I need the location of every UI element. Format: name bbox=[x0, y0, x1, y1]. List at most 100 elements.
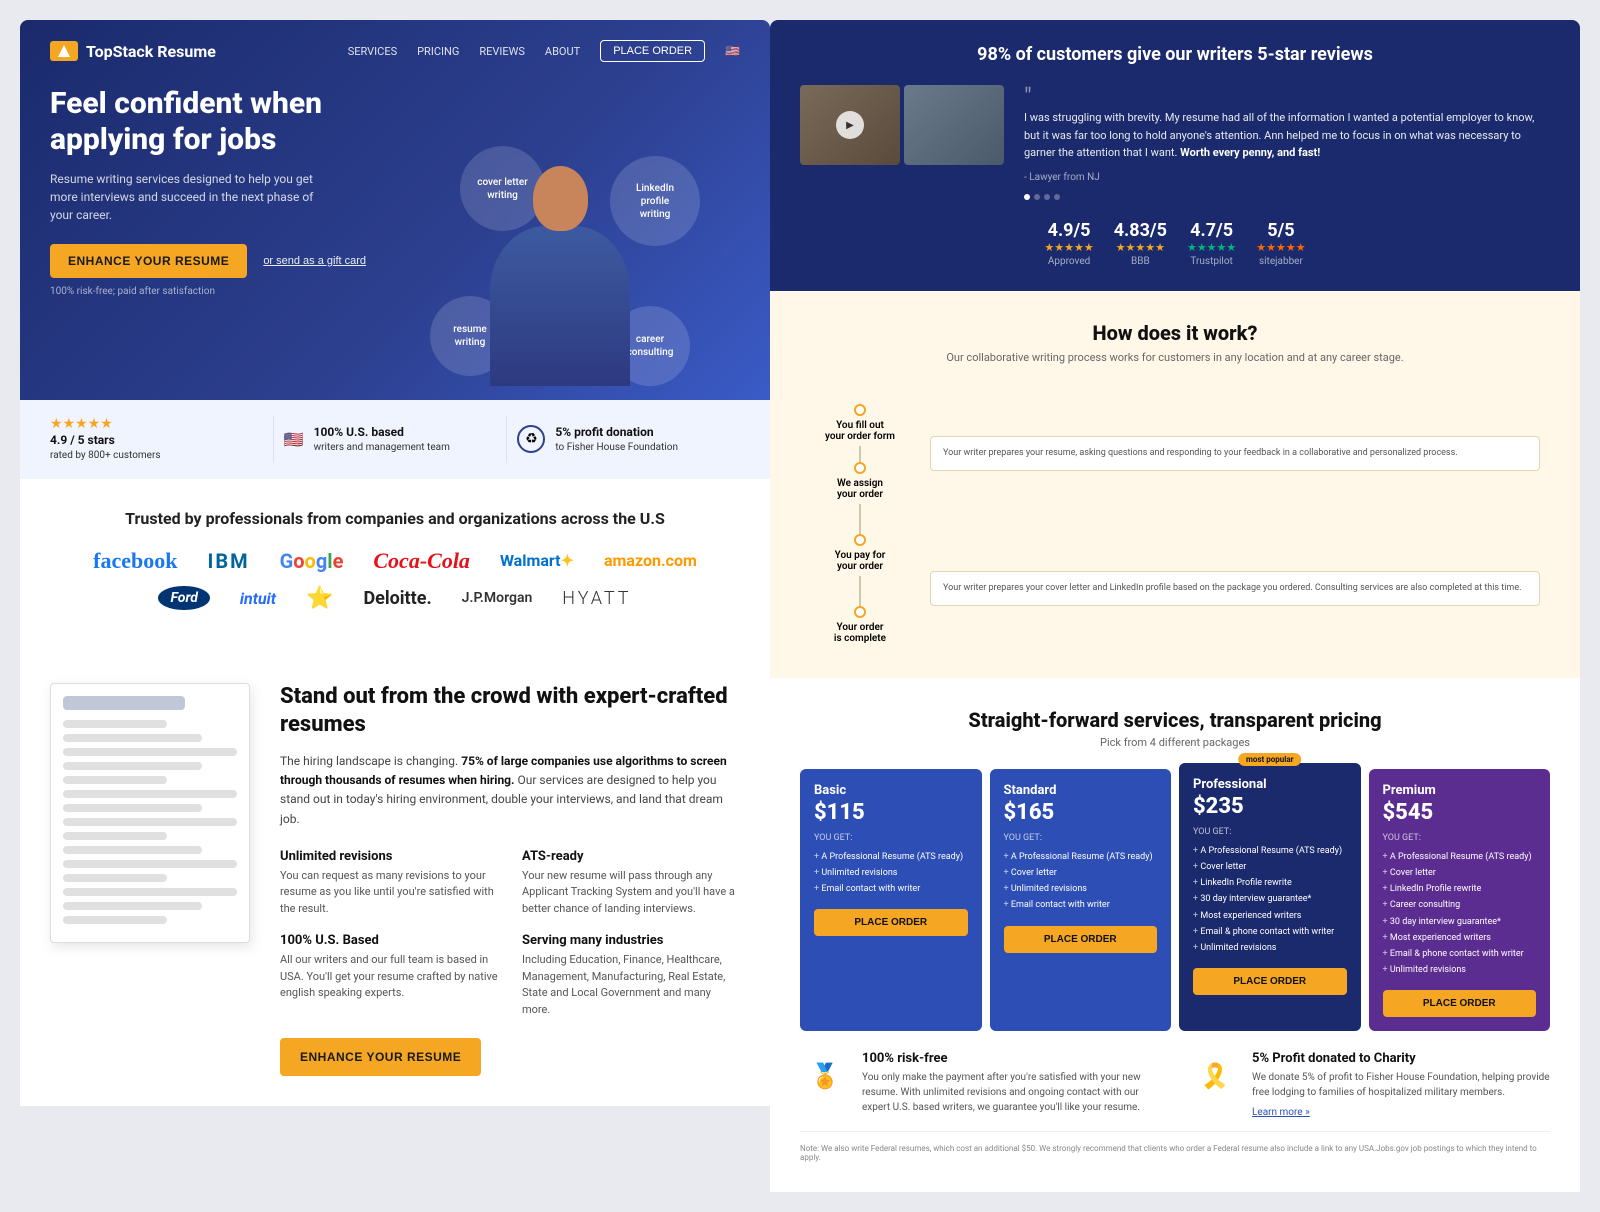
brand-logo: TopStack Resume bbox=[50, 41, 216, 61]
nav-about[interactable]: ABOUT bbox=[545, 45, 580, 58]
brand-name: TopStack Resume bbox=[86, 42, 216, 61]
risk-free-icon: 🏅 bbox=[800, 1051, 850, 1101]
nav-links: SERVICES PRICING REVIEWS ABOUT PLACE ORD… bbox=[348, 40, 740, 62]
nav-reviews[interactable]: REVIEWS bbox=[479, 45, 525, 58]
card-premium-price: $545 bbox=[1383, 800, 1537, 825]
hyatt-logo: HYATT bbox=[562, 588, 631, 609]
card-basic-price: $115 bbox=[814, 800, 968, 825]
video-thumb-1[interactable]: ▶ bbox=[800, 85, 900, 165]
resume-line bbox=[63, 776, 167, 784]
basic-place-order-button[interactable]: PLACE ORDER bbox=[814, 909, 968, 936]
google-logo: Google bbox=[280, 549, 344, 573]
logos-row-1: facebook IBM Google Coca-Cola Walmart✦ a… bbox=[50, 548, 740, 574]
play-icon-1[interactable]: ▶ bbox=[836, 111, 864, 139]
hero-section: TopStack Resume SERVICES PRICING REVIEWS… bbox=[20, 20, 770, 400]
card-standard-price: $165 bbox=[1004, 800, 1158, 825]
badge-charity-text: 5% Profit donated to Charity We donate 5… bbox=[1252, 1051, 1550, 1119]
reviews-title: 98% of customers give our writers 5-star… bbox=[800, 44, 1550, 65]
enhance-resume-bottom-button[interactable]: ENHANCE YOUR RESUME bbox=[280, 1038, 481, 1076]
nav-pricing[interactable]: PRICING bbox=[417, 45, 459, 58]
pricing-card-professional: most popular Professional $235 you get: … bbox=[1179, 763, 1361, 1032]
hero-cta: ENHANCE YOUR RESUME or send as a gift ca… bbox=[50, 244, 740, 278]
standard-place-order-button[interactable]: PLACE ORDER bbox=[1004, 926, 1158, 953]
flow-desc-1: Your writer prepares your resume, asking… bbox=[930, 436, 1540, 472]
feature-industries: Serving many industries Including Educat… bbox=[522, 933, 740, 1018]
stat-us-based: 🇺🇸 100% U.S. based writers and managemen… bbox=[274, 416, 508, 463]
gift-card-link[interactable]: or send as a gift card bbox=[263, 255, 366, 267]
card-premium-name: Premium bbox=[1383, 783, 1537, 798]
dot-3 bbox=[1044, 194, 1050, 200]
rating-bbb: 4.83/5 ★★★★★ BBB bbox=[1114, 220, 1167, 267]
resume-line bbox=[63, 762, 202, 770]
badge-risk-free-text: 100% risk-free You only make the payment… bbox=[862, 1051, 1160, 1115]
facebook-logo: facebook bbox=[93, 548, 177, 574]
cocacola-logo: Coca-Cola bbox=[373, 548, 470, 574]
dot-2 bbox=[1034, 194, 1040, 200]
resume-line bbox=[63, 874, 167, 882]
enhance-resume-button[interactable]: ENHANCE YOUR RESUME bbox=[50, 244, 247, 278]
hero-title: Feel confident when applying for jobs bbox=[50, 86, 350, 158]
feature-ats-ready: ATS-ready Your new resume will pass thro… bbox=[522, 849, 740, 918]
flag-icon: 🇺🇸 bbox=[725, 44, 740, 58]
ford-logo: Ford bbox=[158, 586, 209, 610]
charity-icon: ♻ bbox=[517, 425, 545, 453]
card-basic-features: A Professional Resume (ATS ready) Unlimi… bbox=[814, 849, 968, 898]
flow-descriptions: Your writer prepares your resume, asking… bbox=[930, 394, 1540, 648]
resume-line bbox=[63, 790, 237, 798]
pricing-subtitle: Pick from 4 different packages bbox=[800, 736, 1550, 749]
starbucks-logo: ⭐ bbox=[306, 586, 333, 611]
walmart-logo: Walmart✦ bbox=[500, 551, 574, 570]
stat-charity: ♻ 5% profit donation to Fisher House Fou… bbox=[507, 416, 740, 463]
badges-section: 🏅 100% risk-free You only make the payme… bbox=[800, 1031, 1550, 1119]
standout-section: Stand out from the crowd with expert-cra… bbox=[20, 653, 770, 1106]
flag-us-icon: 🇺🇸 bbox=[284, 430, 304, 449]
amazon-logo: amazon.com bbox=[604, 551, 697, 570]
resume-line bbox=[63, 832, 167, 840]
flow-node-2 bbox=[854, 462, 866, 474]
flow-diagram: You fill outyour order form We assignyou… bbox=[800, 394, 1550, 648]
resume-line bbox=[63, 902, 202, 910]
card-professional-features: A Professional Resume (ATS ready) Cover … bbox=[1193, 843, 1347, 956]
premium-place-order-button[interactable]: PLACE ORDER bbox=[1383, 990, 1537, 1017]
hero-text: Feel confident when applying for jobs Re… bbox=[50, 86, 740, 297]
flow-node-3 bbox=[854, 534, 866, 546]
nav-place-order-button[interactable]: PLACE ORDER bbox=[600, 40, 705, 62]
footer-note: Note: We also write Federal resumes, whi… bbox=[800, 1131, 1550, 1162]
hero-content: Feel confident when applying for jobs Re… bbox=[50, 86, 740, 297]
feature-us-based: 100% U.S. Based All our writers and our … bbox=[280, 933, 498, 1018]
quote-mark-icon: " bbox=[1024, 85, 1550, 109]
review-dots bbox=[1024, 194, 1550, 200]
resume-line bbox=[63, 888, 237, 896]
hero-nav: TopStack Resume SERVICES PRICING REVIEWS… bbox=[50, 40, 740, 62]
pricing-card-premium: Premium $545 you get: A Professional Res… bbox=[1369, 769, 1551, 1032]
flow-label-3: You pay foryour order bbox=[810, 550, 910, 572]
flow-nodes: You fill outyour order form We assignyou… bbox=[810, 394, 910, 648]
standout-desc: The hiring landscape is changing. 75% of… bbox=[280, 752, 740, 829]
flow-connector bbox=[859, 446, 861, 462]
resume-line bbox=[63, 748, 237, 756]
pricing-card-standard: Standard $165 you get: A Professional Re… bbox=[990, 769, 1172, 1032]
resume-line bbox=[63, 804, 202, 812]
resume-line bbox=[63, 720, 167, 728]
charity-badge-icon: 🎗️ bbox=[1190, 1051, 1240, 1101]
video-thumb-2[interactable] bbox=[904, 85, 1004, 165]
trusted-title: Trusted by professionals from companies … bbox=[50, 509, 740, 528]
dot-4 bbox=[1054, 194, 1060, 200]
badge-charity: 🎗️ 5% Profit donated to Charity We donat… bbox=[1190, 1051, 1550, 1119]
resume-line bbox=[63, 846, 202, 854]
resume-line bbox=[63, 916, 167, 924]
left-panel: TopStack Resume SERVICES PRICING REVIEWS… bbox=[20, 20, 770, 1192]
learn-more-link[interactable]: Learn more » bbox=[1252, 1107, 1310, 1118]
flow-node-4 bbox=[854, 606, 866, 618]
stats-bar: ★★★★★ 4.9 / 5 stars rated by 800+ custom… bbox=[20, 400, 770, 479]
rating-approved: 4.9/5 ★★★★★ Approved bbox=[1044, 220, 1093, 267]
flow-node-1 bbox=[854, 404, 866, 416]
nav-services[interactable]: SERVICES bbox=[348, 45, 397, 58]
professional-place-order-button[interactable]: PLACE ORDER bbox=[1193, 968, 1347, 995]
rating-row: 4.9/5 ★★★★★ Approved 4.83/5 ★★★★★ BBB 4.… bbox=[800, 220, 1550, 267]
flow-connector bbox=[859, 504, 861, 534]
review-highlight: Worth every penny, and fast! bbox=[1180, 146, 1320, 159]
how-title: How does it work? bbox=[800, 321, 1550, 345]
stat-us-text: 100% U.S. based writers and management t… bbox=[314, 424, 450, 455]
flow-label-1: You fill outyour order form bbox=[810, 420, 910, 442]
